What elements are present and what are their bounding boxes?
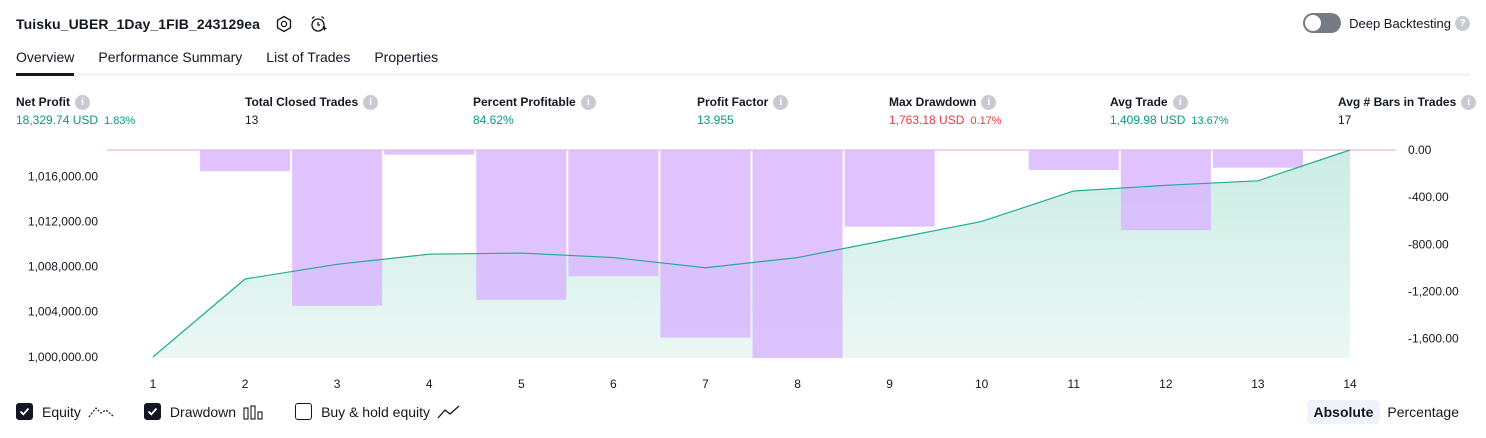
- tab-properties[interactable]: Properties: [374, 46, 438, 73]
- drawdown-bar: [1120, 150, 1211, 231]
- metric-label: Total Closed Trades: [245, 95, 359, 109]
- x-axis-tick-label: 2: [242, 377, 249, 391]
- drawdown-bar: [200, 150, 291, 172]
- legend-drawdown[interactable]: Drawdown: [143, 403, 265, 420]
- metric-value: 18,329.74 USD: [16, 113, 99, 127]
- drawdown-bar: [384, 150, 475, 155]
- metric-net-profit: Net Profit i 18,329.74 USD 1.83%: [16, 94, 135, 127]
- right-axis-tick-label: -1,600.00: [1408, 332, 1459, 346]
- x-axis-tick-label: 14: [1343, 377, 1357, 391]
- drawdown-bar: [844, 150, 935, 227]
- info-icon[interactable]: i: [981, 94, 997, 110]
- deep-backtesting: Deep Backtesting ?: [1303, 13, 1470, 33]
- x-axis-tick-label: 3: [334, 377, 341, 391]
- x-axis-tick-label: 11: [1068, 377, 1081, 391]
- metrics-row: Net Profit i 18,329.74 USD 1.83% Total Clo…: [0, 94, 1486, 134]
- metric-value: 17: [1338, 113, 1352, 127]
- metric-max-drawdown: Max Drawdown i 1,763.18 USD 0.17%: [889, 94, 1002, 127]
- metric-value: 13.955: [697, 113, 734, 127]
- check-icon: [147, 407, 158, 416]
- deep-backtesting-label: Deep Backtesting: [1349, 15, 1451, 31]
- right-axis-tick-label: -400.00: [1408, 190, 1449, 204]
- metric-label: Net Profit: [16, 95, 70, 109]
- equity-line-icon: [88, 404, 114, 420]
- metric-value: 84.62%: [473, 113, 514, 127]
- tab-overview[interactable]: Overview: [16, 46, 75, 76]
- right-axis-tick-label: -1,200.00: [1408, 285, 1459, 299]
- tab-performance-summary[interactable]: Performance Summary: [98, 46, 242, 73]
- metric-label: Percent Profitable: [473, 95, 576, 109]
- check-icon: [19, 407, 30, 416]
- x-axis-tick-label: 4: [426, 377, 433, 391]
- right-axis-tick-label: 0.00: [1408, 143, 1432, 157]
- metric-avg-trade: Avg Trade i 1,409.98 USD 13.67%: [1110, 94, 1229, 127]
- info-icon[interactable]: i: [75, 94, 90, 110]
- metric-value: 1,409.98 USD: [1110, 113, 1186, 127]
- info-icon[interactable]: i: [1172, 94, 1188, 110]
- x-axis-tick-label: 7: [702, 377, 709, 391]
- x-axis-tick-label: 12: [1159, 377, 1173, 391]
- x-axis-tick-label: 5: [518, 377, 525, 391]
- info-icon[interactable]: i: [1461, 94, 1477, 110]
- x-axis-tick-label: 10: [975, 377, 989, 391]
- info-icon[interactable]: i: [580, 94, 596, 110]
- alarm-add-icon[interactable]: [308, 14, 328, 34]
- tab-bar: Overview Performance Summary List of Tra…: [16, 46, 1470, 76]
- percentage-button[interactable]: Percentage: [1380, 400, 1466, 424]
- drawdown-bars-icon: [243, 404, 265, 420]
- drawdown-bar: [476, 150, 567, 300]
- metric-avg-bars-in-trades: Avg # Bars in Trades i 17: [1338, 94, 1477, 127]
- buy-hold-line-icon: [437, 404, 461, 420]
- legend-equity[interactable]: Equity: [16, 403, 114, 420]
- x-axis-tick-label: 9: [886, 377, 893, 391]
- x-axis-tick-label: 1: [150, 377, 157, 391]
- metric-percent: 1.83%: [104, 115, 136, 127]
- tab-list-of-trades[interactable]: List of Trades: [266, 46, 350, 73]
- metric-percent-profitable: Percent Profitable i 84.62%: [473, 94, 596, 127]
- strategy-header: Tuisku_UBER_1Day_1FIB_243129ea: [16, 12, 328, 36]
- metric-value: 1,763.18 USD: [889, 113, 965, 127]
- toggle-knob: [1305, 15, 1322, 31]
- metric-percent: 0.17%: [970, 115, 1002, 127]
- metric-profit-factor: Profit Factor i 13.955: [697, 94, 789, 127]
- x-axis-tick-label: 8: [794, 377, 801, 391]
- left-axis-tick-label: 1,000,000.00: [28, 350, 98, 364]
- equity-drawdown-chart[interactable]: 1,000,000.00 1,004,000.00 1,008,000.00 1,01…: [0, 140, 1486, 398]
- legend-label: Equity: [42, 403, 81, 420]
- metric-percent: 13.67%: [1191, 115, 1229, 127]
- drawdown-bar: [660, 150, 751, 338]
- info-icon[interactable]: i: [363, 94, 379, 110]
- metric-value: 13: [245, 113, 259, 127]
- metric-label: Avg Trade: [1110, 95, 1168, 109]
- legend-buy-hold-equity[interactable]: Buy & hold equity: [295, 403, 461, 420]
- gear-icon[interactable]: [274, 14, 294, 34]
- metric-label: Profit Factor: [697, 95, 769, 109]
- scale-toggle: Absolute Percentage: [1306, 400, 1467, 424]
- metric-label: Avg # Bars in Trades: [1338, 95, 1457, 109]
- drawdown-bar: [1212, 150, 1303, 168]
- deep-backtesting-toggle[interactable]: [1303, 13, 1342, 33]
- right-axis-tick-label: -800.00: [1408, 237, 1449, 251]
- strategy-title: Tuisku_UBER_1Day_1FIB_243129ea: [16, 16, 260, 32]
- left-axis-tick-label: 1,016,000.00: [28, 169, 98, 183]
- left-axis-tick-label: 1,008,000.00: [28, 260, 98, 274]
- left-axis-tick-label: 1,004,000.00: [28, 305, 98, 319]
- legend-label: Buy & hold equity: [321, 403, 431, 420]
- metric-total-closed-trades: Total Closed Trades i 13: [245, 94, 379, 127]
- buy-hold-checkbox[interactable]: [295, 403, 313, 420]
- legend-label: Drawdown: [169, 403, 237, 420]
- drawdown-bar: [292, 150, 383, 306]
- drawdown-bar: [1028, 150, 1119, 171]
- x-axis-tick-label: 6: [610, 377, 617, 391]
- x-axis-tick-label: 13: [1251, 377, 1265, 391]
- metric-label: Max Drawdown: [889, 95, 977, 109]
- equity-checkbox[interactable]: [16, 403, 33, 420]
- drawdown-checkbox[interactable]: [143, 403, 161, 420]
- left-axis-tick-label: 1,012,000.00: [28, 214, 98, 228]
- chart-legend: Equity Drawdown Buy & hold equity: [16, 403, 491, 420]
- info-icon[interactable]: i: [773, 94, 789, 110]
- drawdown-bar: [752, 150, 843, 358]
- help-icon[interactable]: ?: [1455, 15, 1470, 31]
- absolute-button[interactable]: Absolute: [1306, 400, 1381, 424]
